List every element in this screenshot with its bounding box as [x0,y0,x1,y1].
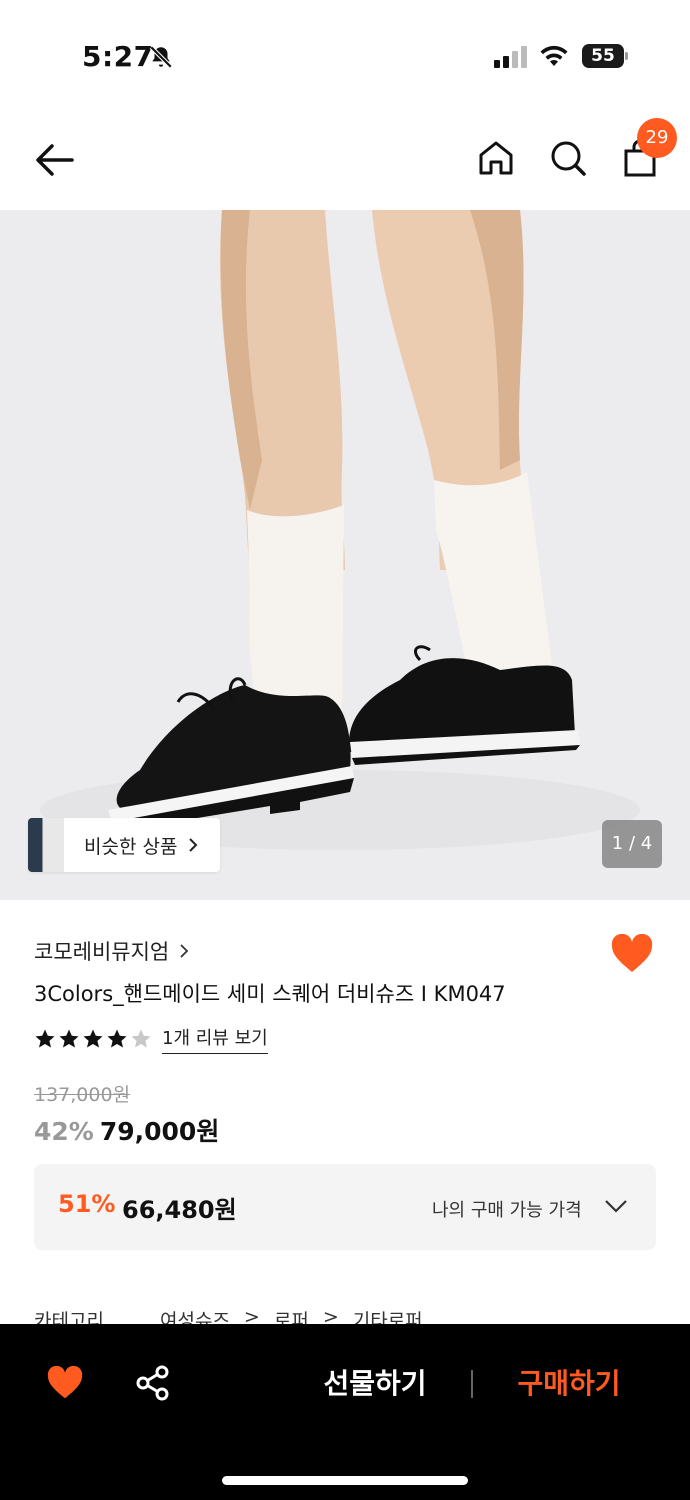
status-time: 5:27 [82,40,154,73]
star-filled-icon [83,1029,103,1048]
product-photo [0,210,690,900]
my-price-label: 나의 구매 가능 가격 [432,1200,582,1221]
back-arrow-icon[interactable] [32,140,76,180]
buy-button[interactable]: 구매하기 [494,1360,644,1408]
star-filled-icon [107,1029,127,1048]
product-image[interactable]: 비슷한 상품 1 / 4 [0,210,690,900]
rating-row: 1개 리뷰 보기 [34,1024,268,1054]
home-indicator [222,1476,468,1485]
battery-level: 55 [591,46,615,66]
brand-name: 코모레비뮤지엄 [34,940,170,964]
original-price: 137,000원 [34,1084,131,1106]
brand-link[interactable]: 코모레비뮤지엄 [34,936,189,966]
star-empty-icon [131,1029,151,1048]
similar-product-thumbnail [28,818,64,872]
image-counter: 1 / 4 [602,820,662,868]
divider [471,1370,473,1398]
rating-stars [34,1028,152,1050]
heart-icon[interactable] [610,934,654,974]
my-price-value: 66,480원 [122,1196,237,1224]
battery-icon: 55 [582,44,628,68]
cart-count-badge: 29 [637,118,677,158]
my-price-dropdown[interactable]: 51% 66,480원 나의 구매 가능 가격 [34,1164,656,1250]
heart-icon[interactable] [46,1366,84,1400]
discount-rate: 42% [34,1117,94,1146]
similar-products-label: 비슷한 상품 [84,835,178,858]
chevron-down-icon [605,1200,627,1213]
gift-button[interactable]: 선물하기 [300,1360,450,1408]
status-bar: 5:27 55 [0,0,690,110]
search-icon[interactable] [548,138,588,178]
product-title: 3Colors_핸드메이드 세미 스퀘어 더비슈즈 I KM047 [34,982,506,1006]
star-filled-icon [35,1029,55,1048]
signal-icon [494,46,527,68]
similar-products-button[interactable]: 비슷한 상품 [28,818,220,872]
top-nav: 29 [0,110,690,210]
sale-price: 79,000원 [99,1117,220,1146]
wifi-icon [540,45,568,66]
my-price-discount: 51% [58,1190,116,1218]
bell-slash-icon [149,45,173,69]
chevron-right-icon [189,838,198,852]
home-icon[interactable] [476,138,516,178]
share-icon[interactable] [134,1364,172,1402]
star-filled-icon [59,1029,79,1048]
bottom-action-bar: 선물하기 구매하기 [0,1324,690,1500]
chevron-right-icon [180,944,189,958]
price-row: 42% 79,000원 [34,1112,219,1148]
review-link[interactable]: 1개 리뷰 보기 [162,1024,268,1054]
